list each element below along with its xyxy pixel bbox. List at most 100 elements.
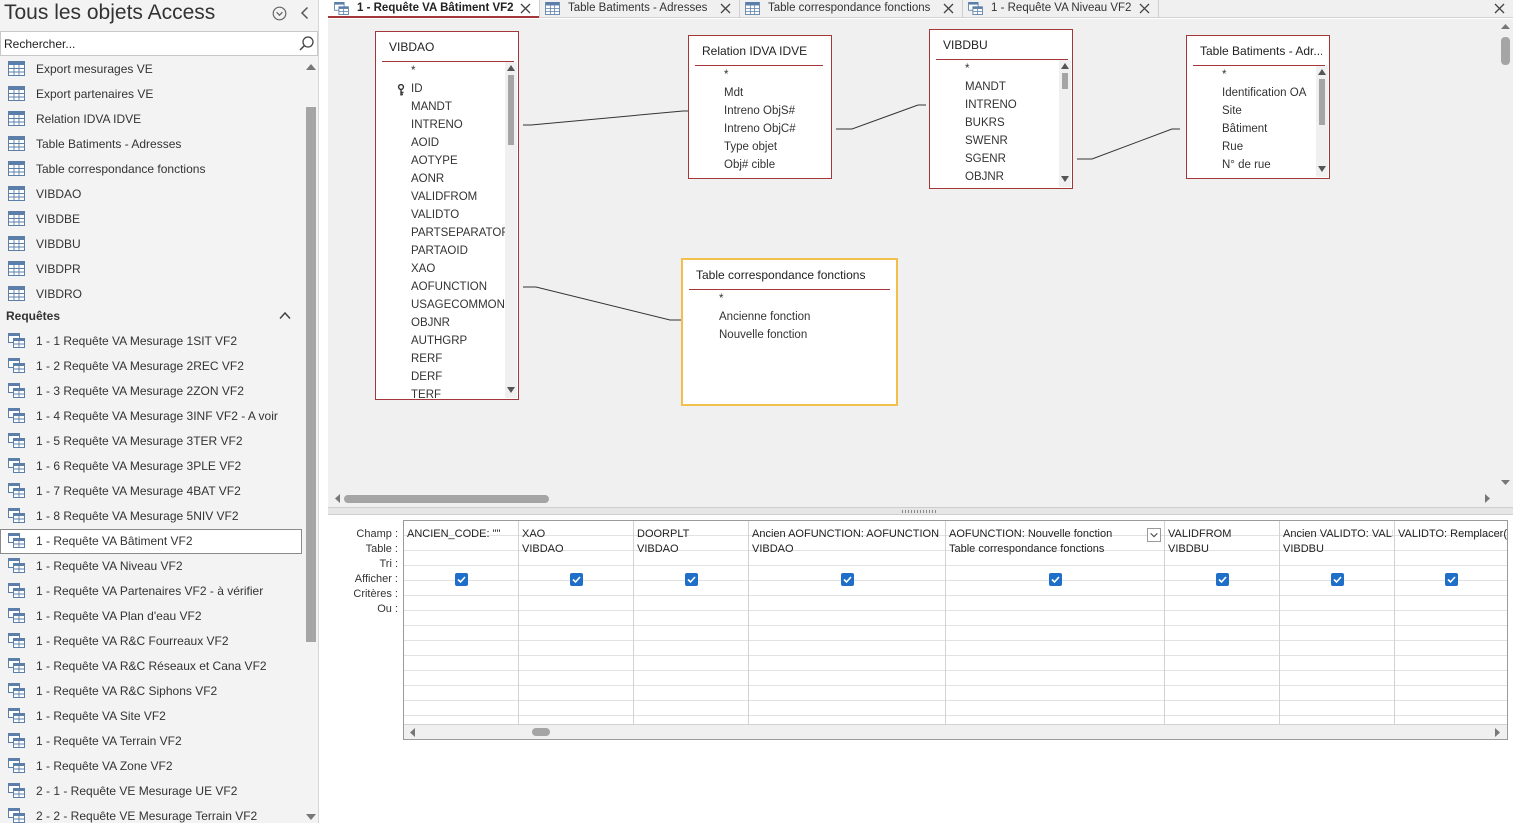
field-list-vibdbu[interactable]: VIBDBU * MANDT INTRENO BUKRS SWENR SGENR OBJNR xyxy=(929,29,1073,189)
nav-item-query[interactable]: 1 - 8 Requête VA Mesurage 5NIV VF2 xyxy=(0,504,302,529)
grid-column[interactable]: DOORPLT VIBDAO xyxy=(634,521,749,724)
chevron-up-icon[interactable] xyxy=(279,311,291,320)
show-checkbox[interactable] xyxy=(1049,573,1062,586)
field-item[interactable]: AOFUNCTION xyxy=(382,280,506,298)
query-design-area[interactable]: VIBDAO * ID MANDT INTRENO AOID AOTYPE AONR VALID… xyxy=(328,19,1513,507)
nav-item-query[interactable]: 2 - 2 - Requête VE Mesurage Terrain VF2 xyxy=(0,804,302,823)
grid-horizontal-scrollbar[interactable] xyxy=(404,724,1507,739)
field-item[interactable]: PARTSEPARATOR xyxy=(382,226,506,244)
nav-item-query[interactable]: 1 - 3 Requête VA Mesurage 2ZON VF2 xyxy=(0,379,302,404)
field-list-batiments[interactable]: Table Batiments - Adr... * Identification … xyxy=(1186,35,1330,179)
field-item[interactable]: Rue xyxy=(1193,140,1317,158)
nav-item-query[interactable]: 1 - 4 Requête VA Mesurage 3INF VF2 - A v… xyxy=(0,404,302,429)
nav-splitter[interactable] xyxy=(318,0,328,823)
nav-item-query[interactable]: 1 - Requête VA R&C Siphons VF2 xyxy=(0,679,302,704)
field-item[interactable]: Type objet xyxy=(695,140,827,158)
nav-scrollbar[interactable] xyxy=(304,57,318,823)
field-item[interactable]: Ancienne fonction xyxy=(689,310,894,328)
field-item[interactable]: RERF xyxy=(382,352,506,370)
field-item[interactable]: * xyxy=(689,292,894,310)
grid-column[interactable]: Ancien AOFUNCTION: AOFUNCTION VIBDAO xyxy=(749,521,946,724)
field-item[interactable]: Intreno ObjC# xyxy=(695,122,827,140)
field-dropdown-button[interactable] xyxy=(1147,528,1161,542)
nav-scroll-thumb[interactable] xyxy=(306,107,316,642)
field-list-scroll-thumb[interactable] xyxy=(508,75,514,145)
nav-item-query[interactable]: 1 - 6 Requête VA Mesurage 3PLE VF2 xyxy=(0,454,302,479)
show-checkbox[interactable] xyxy=(1331,573,1344,586)
field-item[interactable]: * xyxy=(695,68,827,86)
nav-item-query[interactable]: 1 - 1 Requête VA Mesurage 1SIT VF2 xyxy=(0,329,302,354)
field-list-scrollbar[interactable] xyxy=(1316,66,1328,177)
grid-column[interactable]: XAO VIBDAO xyxy=(519,521,634,724)
field-item[interactable]: SWENR xyxy=(936,134,1060,152)
field-list-title[interactable]: Table correspondance fonctions xyxy=(696,268,891,282)
field-item[interactable]: AONR xyxy=(382,172,506,190)
field-list-relation[interactable]: Relation IDVA IDVE * Mdt Intreno ObjS# Intre… xyxy=(688,35,832,179)
grid-cell-field[interactable]: ANCIEN_CODE: "" xyxy=(407,528,517,540)
nav-item-table[interactable]: Relation IDVA IDVE xyxy=(0,107,302,132)
scroll-up-arrow-icon[interactable] xyxy=(1061,63,1069,69)
field-item[interactable]: N° de rue xyxy=(1193,158,1317,176)
nav-item-query[interactable]: 1 - 7 Requête VA Mesurage 4BAT VF2 xyxy=(0,479,302,504)
field-list-title[interactable]: Table Batiments - Adr... xyxy=(1200,44,1322,58)
field-list-correspondance[interactable]: Table correspondance fonctions * Ancienne … xyxy=(681,258,898,406)
grid-column[interactable]: VALIDTO: Remplacer( xyxy=(1395,521,1507,724)
field-item[interactable]: OBJNR xyxy=(936,170,1060,188)
nav-item-table[interactable]: VIBDAO xyxy=(0,182,302,207)
field-list-scroll-thumb[interactable] xyxy=(1319,79,1325,125)
field-item[interactable]: BUKRS xyxy=(936,116,1060,134)
scroll-down-arrow-icon[interactable] xyxy=(507,387,515,393)
field-list-scrollbar[interactable] xyxy=(1059,60,1071,187)
field-list-vibdao[interactable]: VIBDAO * ID MANDT INTRENO AOID AOTYPE AONR VALID… xyxy=(375,31,519,400)
show-checkbox[interactable] xyxy=(685,573,698,586)
show-checkbox[interactable] xyxy=(570,573,583,586)
nav-item-table[interactable]: Table Batiments - Adresses xyxy=(0,132,302,157)
scroll-right-arrow-icon[interactable] xyxy=(1484,494,1491,503)
grid-cell-table[interactable]: Table correspondance fonctions xyxy=(949,543,1163,555)
grid-cell-table[interactable]: VIBDAO xyxy=(522,543,632,555)
grid-cell-table[interactable]: VIBDAO xyxy=(637,543,747,555)
splitter-grip[interactable] xyxy=(902,510,938,513)
grid-cell-field[interactable]: AOFUNCTION: Nouvelle fonction xyxy=(949,528,1146,540)
scroll-right-arrow-icon[interactable] xyxy=(1494,728,1501,737)
field-item[interactable]: MANDT xyxy=(382,100,506,118)
grid-column[interactable]: Ancien VALIDTO: VALIDTO VIBDBU xyxy=(1280,521,1395,724)
field-list-title[interactable]: VIBDBU xyxy=(943,38,1065,52)
nav-item-query[interactable]: 1 - Requête VA Site VF2 xyxy=(0,704,302,729)
field-item[interactable]: Obj# cible xyxy=(695,158,827,176)
nav-item-query[interactable]: 1 - Requête VA R&C Fourreaux VF2 xyxy=(0,629,302,654)
nav-item-query[interactable]: 1 - Requête VA Niveau VF2 xyxy=(0,554,302,579)
tab-3[interactable]: Table correspondance fonctions xyxy=(739,0,962,18)
tab-1[interactable]: 1 - Requête VA Bâtiment VF2 xyxy=(328,0,539,18)
nav-item-query[interactable]: 1 - Requête VA Partenaires VF2 - à vérif… xyxy=(0,579,302,604)
design-hscroll-thumb[interactable] xyxy=(344,495,549,503)
tab-2[interactable]: Table Batiments - Adresses xyxy=(539,0,739,18)
field-item[interactable]: SGENR xyxy=(936,152,1060,170)
nav-item-query[interactable]: 2 - 1 - Requête VE Mesurage UE VF2 xyxy=(0,779,302,804)
design-vscroll-thumb[interactable] xyxy=(1501,37,1510,65)
nav-item-table[interactable]: Export partenaires VE xyxy=(0,82,302,107)
scroll-up-arrow-icon[interactable] xyxy=(306,63,316,71)
nav-item-table[interactable]: VIBDBE xyxy=(0,207,302,232)
scroll-down-arrow-icon[interactable] xyxy=(1061,176,1069,182)
scroll-down-arrow-icon[interactable] xyxy=(1501,479,1510,486)
nav-item-table[interactable]: VIBDPR xyxy=(0,257,302,282)
field-item[interactable]: Intreno ObjS# xyxy=(695,104,827,122)
grid-cell-table[interactable]: VIBDBU xyxy=(1168,543,1278,555)
field-item[interactable]: * xyxy=(382,64,506,82)
field-item[interactable]: PARTAOID xyxy=(382,244,506,262)
grid-cell-field[interactable]: Ancien AOFUNCTION: AOFUNCTION xyxy=(752,528,944,540)
scroll-up-arrow-icon[interactable] xyxy=(1318,69,1326,75)
grid-column[interactable]: ANCIEN_CODE: "" xyxy=(404,521,519,724)
search-box[interactable] xyxy=(0,31,318,56)
field-item[interactable]: AOTYPE xyxy=(382,154,506,172)
close-document-icon[interactable] xyxy=(1494,3,1505,14)
grid-hscroll-thumb[interactable] xyxy=(532,728,550,736)
nav-item-query[interactable]: 1 - Requête VA Terrain VF2 xyxy=(0,729,302,754)
field-item[interactable]: Mdt xyxy=(695,86,827,104)
nav-item-query[interactable]: 1 - Requête VA R&C Réseaux et Cana VF2 xyxy=(0,654,302,679)
pane-splitter[interactable] xyxy=(328,507,1513,515)
field-item[interactable]: VALIDTO xyxy=(382,208,506,226)
scroll-left-arrow-icon[interactable] xyxy=(409,728,416,737)
field-item[interactable]: * xyxy=(1193,68,1317,86)
